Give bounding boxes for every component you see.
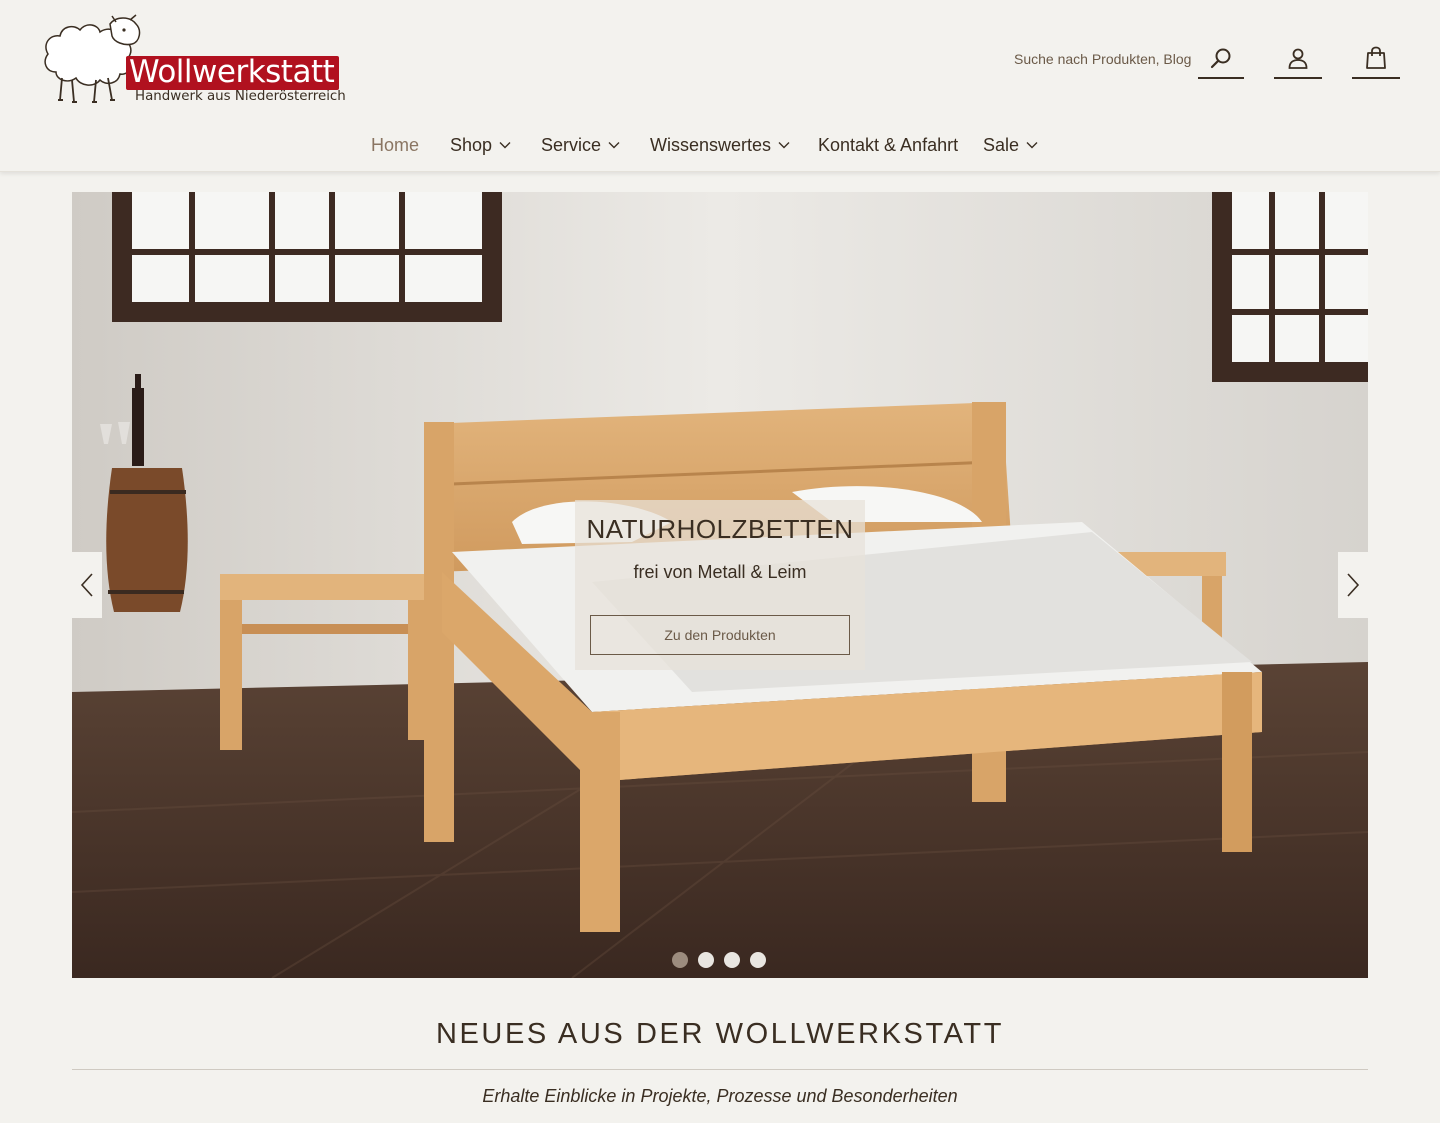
chevron-left-icon [80,573,93,597]
search-input[interactable] [1014,48,1192,70]
account-button[interactable] [1274,38,1322,79]
chevron-right-icon [1347,573,1360,597]
slide-title: NATURHOLZBETTEN [586,514,854,544]
site-header: Wollwerkstatt Handwerk aus Niederösterre… [0,0,1440,172]
section-divider [72,1069,1368,1070]
user-icon [1288,48,1308,69]
logo-title: Wollwerkstatt [129,54,335,90]
prev-slide-button[interactable] [72,552,102,618]
slide-subtitle: frei von Metall & Leim [633,562,807,582]
cart-button[interactable] [1352,38,1400,79]
nav-item-sale[interactable]: Sale [983,126,1038,164]
chevron-down-icon [608,142,620,149]
chevron-down-icon [778,142,790,149]
news-section-title: NEUES AUS DER WOLLWERKSTATT [435,1018,1005,1050]
slide-caption: NATURHOLZBETTEN frei von Metall & Leim Z… [575,500,865,670]
nav-item-kontakt[interactable]: Kontakt & Anfahrt [818,126,958,164]
slide-dot[interactable] [672,952,688,968]
nav-item-wissenswertes[interactable]: Wissenswertes [650,126,790,164]
nav-item-shop[interactable]: Shop [450,126,511,164]
nav-item-label: Home [371,134,420,155]
main-navigation: Home Shop Service Wissenswertes Kontakt … [0,126,1440,164]
nav-item-label: Service [541,134,602,155]
chevron-down-icon [1026,142,1038,149]
search-button[interactable] [1198,38,1244,79]
next-slide-button[interactable] [1338,552,1368,618]
slide-dot[interactable] [750,952,766,968]
nav-item-label: Kontakt & Anfahrt [818,134,959,155]
nav-item-home[interactable]: Home [371,126,419,164]
hero-slider: NATURHOLZBETTEN frei von Metall & Leim Z… [72,192,1368,978]
nav-item-label: Sale [983,134,1020,155]
slide-dot[interactable] [724,952,740,968]
nav-item-label: Shop [450,134,493,155]
logo-subtitle: Handwerk aus Niederösterreich [135,89,346,104]
slide-dot[interactable] [698,952,714,968]
chevron-down-icon [499,142,511,149]
search-icon [1210,48,1231,68]
nav-item-label: Wissenswertes [650,134,772,155]
nav-item-service[interactable]: Service [541,126,620,164]
products-button[interactable]: Zu den Produkten [590,615,850,655]
news-section-subtitle: Erhalte Einblicke in Projekte, Prozesse … [482,1086,958,1106]
logo[interactable]: Wollwerkstatt Handwerk aus Niederösterre… [40,14,346,106]
shopping-bag-icon [1366,46,1386,69]
